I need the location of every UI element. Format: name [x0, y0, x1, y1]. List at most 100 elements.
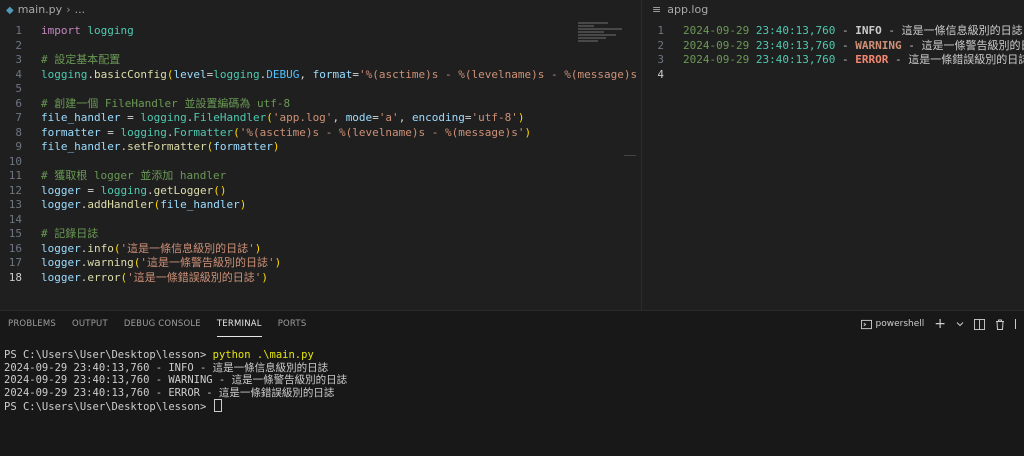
line-number: 4: [657, 67, 664, 81]
code-line[interactable]: 9 file_handler.setFormatter(formatter): [0, 140, 636, 155]
code-token: ,: [299, 67, 313, 81]
split-terminal-button[interactable]: [974, 318, 985, 330]
line-number: 3: [15, 53, 22, 66]
line-number: 2: [15, 38, 22, 52]
code-token: logging: [41, 67, 88, 81]
breadcrumb-symbols[interactable]: ...: [75, 3, 86, 16]
more-actions-button[interactable]: [1015, 319, 1024, 329]
tab-ports[interactable]: PORTS: [270, 311, 315, 337]
log-level: ERROR: [855, 53, 889, 66]
tab-debug-console[interactable]: DEBUG CONSOLE: [116, 311, 209, 337]
python-file-icon: ◆: [6, 5, 14, 16]
split-icon: [974, 318, 985, 330]
code-token: Formatter: [173, 125, 234, 139]
log-line[interactable]: 1 2024-09-29 23:40:13,760 - INFO - 這是一條信息…: [642, 24, 1024, 39]
code-token: (: [113, 241, 121, 255]
code-token: .: [87, 67, 94, 81]
log-line[interactable]: 4: [642, 68, 1024, 83]
code-token: '%(asctime)s - %(levelname)s - %(message…: [358, 67, 636, 81]
log-message: 這是一條錯誤級別的日誌: [908, 53, 1024, 66]
code-token: logging: [213, 67, 260, 81]
code-token: =: [80, 183, 101, 197]
line-number: 6: [15, 96, 22, 110]
line-number: 15: [8, 227, 22, 240]
code-token: (: [233, 125, 240, 139]
code-token: =: [464, 111, 472, 124]
code-line[interactable]: 18 logger.error('這是一條錯誤級別的日誌'): [0, 271, 636, 286]
code-token: ,: [332, 111, 346, 124]
code-token: 'app.log': [272, 111, 333, 124]
log-date: 2024-09-29: [683, 24, 750, 37]
code-token: mode: [345, 111, 373, 124]
terminal-output[interactable]: PS C:\Users\User\Desktop\lesson> python …: [4, 349, 1024, 413]
code-line[interactable]: 3 # 設定基本配置: [0, 53, 636, 68]
code-token: logging: [120, 125, 167, 139]
breadcrumb[interactable]: ◆ main.py ›...: [0, 0, 636, 22]
line-number: 1: [15, 24, 22, 37]
code-line[interactable]: 16 logger.info('這是一條信息級別的日誌'): [0, 242, 636, 257]
code-token: (: [266, 111, 273, 124]
code-token: ): [261, 270, 268, 284]
code-line[interactable]: 13 logger.addHandler(file_handler): [0, 198, 636, 213]
code-line[interactable]: 12 logger = logging.getLogger(): [0, 184, 636, 199]
code-token: '這是一條信息級別的日誌': [120, 241, 255, 255]
log-date: 2024-09-29: [683, 53, 750, 66]
code-token: 'utf-8': [471, 111, 518, 124]
code-token: file_handler: [41, 140, 121, 153]
code-line[interactable]: 8 formatter = logging.Formatter('%(asctim…: [0, 126, 636, 141]
code-token: logger: [41, 183, 81, 197]
minimap[interactable]: [578, 22, 626, 62]
code-token: formatter: [213, 140, 273, 153]
editor-app-log[interactable]: ≡ app.log 1 2024-09-29 23:40:13,760 - INFO…: [641, 0, 1024, 310]
code-token: import: [41, 24, 81, 37]
terminal-icon: [860, 319, 872, 329]
file-icon: ≡: [652, 3, 662, 16]
code-line[interactable]: 4 logging.basicConfig(level=logging.DEBUG…: [0, 68, 636, 83]
editor-main-py[interactable]: ◆ main.py ›... 1 import logging 2 3 # 設定基本配置 4 l…: [0, 0, 636, 310]
shell-name: powershell: [875, 319, 925, 329]
terminal-line: 2024-09-29 23:40:13,760 - INFO - 這是一條信息級…: [4, 361, 329, 374]
tab-terminal[interactable]: TERMINAL: [209, 311, 270, 337]
scroll-indicator[interactable]: [624, 155, 636, 156]
log-time: 23:40:13,760: [755, 24, 836, 37]
chevron-down-icon[interactable]: [956, 321, 964, 327]
code-line[interactable]: 17 logger.warning('這是一條警告級別的日誌'): [0, 256, 636, 271]
code-line[interactable]: 10: [0, 155, 636, 170]
kill-terminal-button[interactable]: [995, 319, 1005, 330]
code-lines[interactable]: 1 import logging 2 3 # 設定基本配置 4 logging.basicC…: [0, 24, 636, 285]
code-line[interactable]: 1 import logging: [0, 24, 636, 39]
code-token: =: [120, 111, 141, 124]
breadcrumb-file[interactable]: main.py: [18, 3, 62, 16]
code-token: ): [254, 241, 262, 255]
add-terminal-button[interactable]: +: [934, 316, 946, 332]
code-token: getLogger: [153, 183, 214, 197]
code-line[interactable]: 5: [0, 82, 636, 97]
code-token: file_handler: [160, 198, 240, 211]
log-level: INFO: [855, 24, 882, 37]
tab-problems[interactable]: PROBLEMS: [0, 311, 64, 337]
log-lines[interactable]: 1 2024-09-29 23:40:13,760 - INFO - 這是一條信息…: [642, 24, 1024, 82]
code-token: addHandler: [87, 198, 154, 211]
terminal-prompt: PS C:\Users\User\Desktop\lesson>: [4, 349, 213, 361]
panel-actions: powershell +: [856, 311, 1024, 337]
code-token: logging: [140, 111, 187, 124]
log-time: 23:40:13,760: [755, 38, 836, 52]
breadcrumb-log[interactable]: ≡ app.log: [642, 0, 1024, 22]
log-level: WARNING: [855, 38, 902, 52]
code-line[interactable]: 2: [0, 39, 636, 54]
code-line[interactable]: 6 # 創建一個 FileHandler 並設置編碼為 utf-8: [0, 97, 636, 112]
terminal-shell-selector[interactable]: powershell: [860, 319, 925, 330]
code-token: info: [87, 241, 114, 255]
code-token: basicConfig: [93, 67, 167, 81]
log-message: 這是一條警告級別的日誌: [921, 38, 1024, 52]
code-line[interactable]: 15 # 記錄日誌: [0, 227, 636, 242]
code-token: ,: [398, 111, 412, 124]
breadcrumb-log-file[interactable]: app.log: [667, 3, 708, 16]
log-line[interactable]: 3 2024-09-29 23:40:13,760 - ERROR - 這是一條錯…: [642, 53, 1024, 68]
line-number: 11: [8, 169, 22, 182]
log-line[interactable]: 2 2024-09-29 23:40:13,760 - WARNING - 這是一…: [642, 39, 1024, 54]
code-line[interactable]: 11 # 獲取根 logger 並添加 handler: [0, 169, 636, 184]
code-line[interactable]: 14: [0, 213, 636, 228]
code-line[interactable]: 7 file_handler = logging.FileHandler('app…: [0, 111, 636, 126]
tab-output[interactable]: OUTPUT: [64, 311, 116, 337]
